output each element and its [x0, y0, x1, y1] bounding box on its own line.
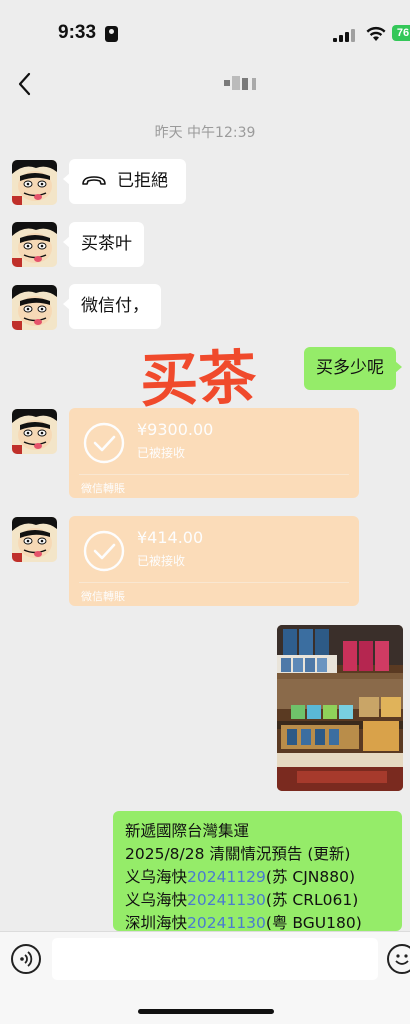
- transfer-amount: ¥414.00: [137, 528, 204, 547]
- notice-line: 义乌海快20241129(苏 CJN880): [125, 866, 390, 889]
- route-name: 义乌海快: [125, 891, 188, 909]
- chat-timestamp: 昨天 中午12:39: [154, 125, 256, 141]
- signal-icon: [333, 28, 357, 42]
- transfer-status: 已被接收: [137, 446, 186, 460]
- message-text: 买多少呢: [316, 358, 384, 378]
- date-link[interactable]: 20241130: [187, 914, 266, 931]
- shipping-notice-message[interactable]: 新遞國際台灣集運 2025/8/28 清關情況預告 (更新) 义乌海快20241…: [113, 811, 402, 931]
- outgoing-message[interactable]: 买多少呢: [304, 347, 402, 390]
- route-name: 义乌海快: [125, 868, 188, 886]
- transfer-footer: 微信轉賬: [81, 482, 125, 495]
- message-input[interactable]: [52, 938, 378, 980]
- tea-shop-photo[interactable]: [277, 625, 403, 791]
- contact-avatar[interactable]: [12, 160, 57, 205]
- status-time: 9:33: [58, 22, 97, 43]
- notice-line: 新遞國際台灣集運: [125, 822, 250, 840]
- home-indicator: [138, 1009, 274, 1014]
- contact-avatar[interactable]: [12, 409, 57, 454]
- status-bar: 9:33 76: [0, 0, 410, 58]
- phone-declined-icon: [82, 176, 106, 185]
- chat-header: [0, 58, 410, 110]
- date-link[interactable]: 20241130: [187, 891, 266, 909]
- transfer-footer: 微信轉賬: [81, 590, 125, 603]
- chat-name-redacted: [222, 74, 262, 94]
- transfer-card[interactable]: ¥9300.00 已被接收 微信轉賬: [69, 408, 359, 498]
- notice-line: 义乌海快20241130(苏 CRL061): [125, 889, 390, 912]
- route-code: (粤 BGU180): [265, 914, 362, 931]
- check-circle-icon: [83, 422, 125, 464]
- transfer-status: 已被接收: [137, 554, 186, 568]
- message-text: 买茶叶: [81, 234, 132, 254]
- divider: [79, 474, 349, 475]
- emoji-icon[interactable]: [387, 944, 410, 974]
- wifi-icon: [366, 26, 386, 41]
- route-name: 深圳海快: [125, 914, 188, 931]
- contact-avatar[interactable]: [12, 285, 57, 330]
- divider: [79, 582, 349, 583]
- route-code: (苏 CJN880): [265, 868, 356, 886]
- annotation-overlay: 买茶: [139, 342, 258, 416]
- call-declined-message[interactable]: 已拒絕: [63, 159, 186, 204]
- date-link[interactable]: 20241129: [187, 868, 266, 886]
- check-circle-icon: [83, 530, 125, 572]
- back-icon[interactable]: [14, 70, 38, 98]
- voice-icon[interactable]: [11, 944, 41, 974]
- route-code: (苏 CRL061): [265, 891, 359, 909]
- text-message[interactable]: 买茶叶: [63, 222, 144, 267]
- message-text: 微信付，: [81, 296, 149, 316]
- text-message[interactable]: 微信付，: [63, 284, 161, 329]
- notice-line: 2025/8/28 清關情況預告 (更新): [125, 845, 351, 863]
- message-input-bar: [0, 931, 410, 1024]
- notice-line: 深圳海快20241130(粤 BGU180): [125, 912, 390, 931]
- contact-avatar[interactable]: [12, 222, 57, 267]
- battery-indicator: 76: [392, 25, 410, 41]
- transfer-amount: ¥9300.00: [137, 420, 214, 439]
- transfer-card[interactable]: ¥414.00 已被接收 微信轉賬: [69, 516, 359, 606]
- contact-avatar[interactable]: [12, 517, 57, 562]
- id-card-icon: [105, 26, 118, 42]
- call-declined-label: 已拒絕: [117, 171, 168, 191]
